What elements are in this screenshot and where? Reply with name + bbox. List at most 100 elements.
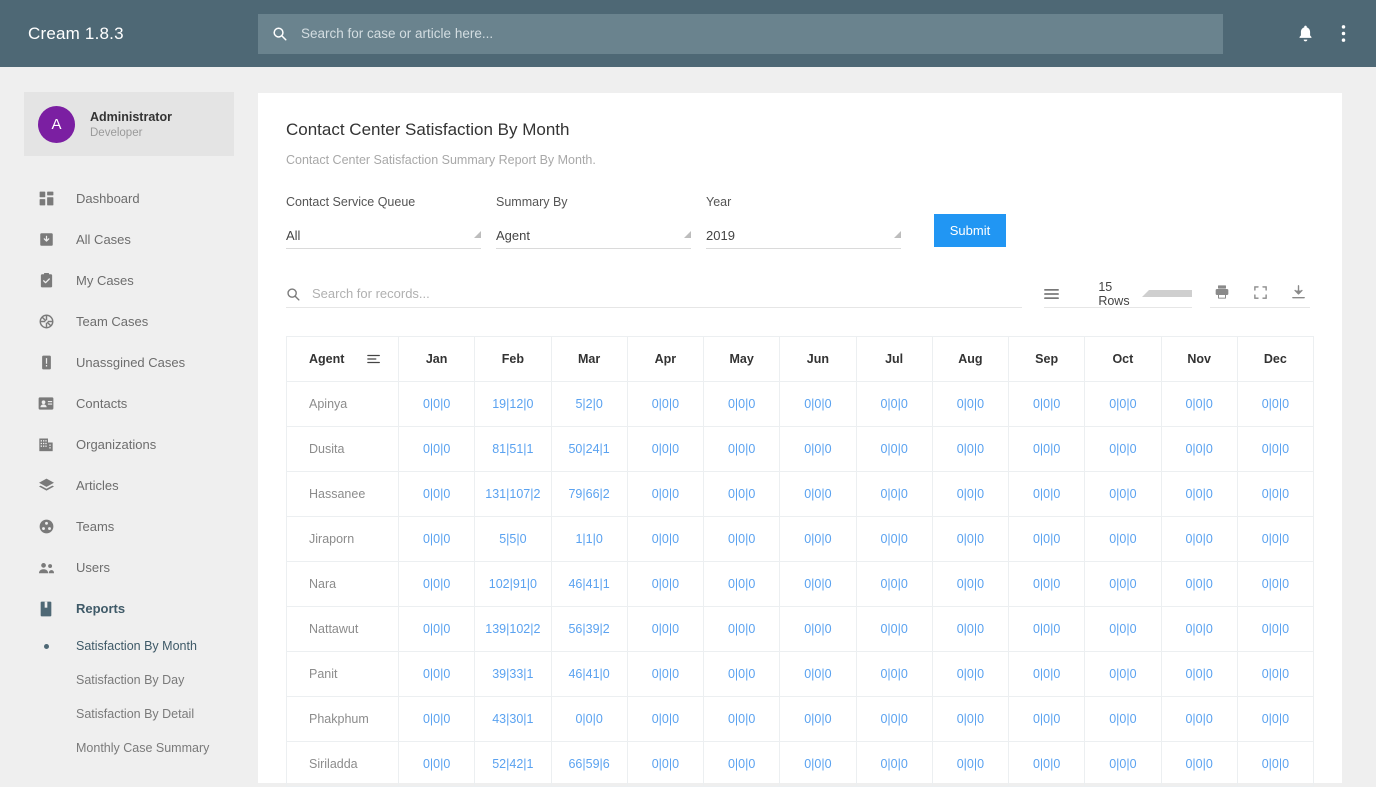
- cell-value-jul[interactable]: 0|0|0: [856, 427, 932, 472]
- cell-value-feb[interactable]: 39|33|1: [475, 652, 551, 697]
- cell-value-may[interactable]: 0|0|0: [704, 562, 780, 607]
- cell-value-jun[interactable]: 0|0|0: [780, 697, 856, 742]
- cell-value-nov[interactable]: 0|0|0: [1161, 652, 1237, 697]
- year-select[interactable]: 2019: [706, 223, 901, 249]
- cell-value-oct[interactable]: 0|0|0: [1085, 517, 1161, 562]
- user-profile-card[interactable]: A Administrator Developer: [24, 92, 234, 156]
- sidebar-item-my-cases[interactable]: My Cases: [0, 260, 258, 301]
- column-header-sep[interactable]: Sep: [1009, 337, 1085, 382]
- cell-value-jun[interactable]: 0|0|0: [780, 517, 856, 562]
- cell-value-feb[interactable]: 52|42|1: [475, 742, 551, 787]
- cell-value-sep[interactable]: 0|0|0: [1009, 382, 1085, 427]
- cell-value-sep[interactable]: 0|0|0: [1009, 517, 1085, 562]
- cell-value-dec[interactable]: 0|0|0: [1237, 427, 1313, 472]
- cell-value-dec[interactable]: 0|0|0: [1237, 382, 1313, 427]
- sidebar-item-unassigned-cases[interactable]: Unassgined Cases: [0, 342, 258, 383]
- cell-value-nov[interactable]: 0|0|0: [1161, 562, 1237, 607]
- sidebar-item-all-cases[interactable]: All Cases: [0, 219, 258, 260]
- cell-value-mar[interactable]: 1|1|0: [551, 517, 627, 562]
- cell-value-may[interactable]: 0|0|0: [704, 697, 780, 742]
- cell-value-nov[interactable]: 0|0|0: [1161, 517, 1237, 562]
- cell-value-oct[interactable]: 0|0|0: [1085, 562, 1161, 607]
- cell-value-feb[interactable]: 5|5|0: [475, 517, 551, 562]
- cell-value-dec[interactable]: 0|0|0: [1237, 697, 1313, 742]
- column-header-agent[interactable]: Agent: [287, 337, 399, 382]
- cell-value-jun[interactable]: 0|0|0: [780, 742, 856, 787]
- cell-value-jun[interactable]: 0|0|0: [780, 652, 856, 697]
- summary-by-select[interactable]: Agent: [496, 223, 691, 249]
- cell-value-sep[interactable]: 0|0|0: [1009, 427, 1085, 472]
- sidebar-subitem-satisfaction-by-day[interactable]: Satisfaction By Day: [0, 663, 258, 697]
- record-search-box[interactable]: [286, 280, 1022, 308]
- cell-value-jul[interactable]: 0|0|0: [856, 382, 932, 427]
- cell-value-dec[interactable]: 0|0|0: [1237, 607, 1313, 652]
- cell-value-nov[interactable]: 0|0|0: [1161, 697, 1237, 742]
- cell-value-mar[interactable]: 5|2|0: [551, 382, 627, 427]
- bell-icon[interactable]: [1296, 24, 1315, 43]
- cell-value-dec[interactable]: 0|0|0: [1237, 652, 1313, 697]
- cell-value-sep[interactable]: 0|0|0: [1009, 472, 1085, 517]
- cell-value-jun[interactable]: 0|0|0: [780, 382, 856, 427]
- column-header-apr[interactable]: Apr: [627, 337, 703, 382]
- cell-value-feb[interactable]: 131|107|2: [475, 472, 551, 517]
- cell-value-dec[interactable]: 0|0|0: [1237, 742, 1313, 787]
- cell-value-sep[interactable]: 0|0|0: [1009, 652, 1085, 697]
- cell-value-jan[interactable]: 0|0|0: [399, 517, 475, 562]
- column-header-jun[interactable]: Jun: [780, 337, 856, 382]
- cell-value-aug[interactable]: 0|0|0: [932, 652, 1008, 697]
- cell-value-aug[interactable]: 0|0|0: [932, 607, 1008, 652]
- global-search-box[interactable]: [258, 14, 1223, 54]
- cell-value-feb[interactable]: 19|12|0: [475, 382, 551, 427]
- cell-value-jun[interactable]: 0|0|0: [780, 427, 856, 472]
- cell-value-oct[interactable]: 0|0|0: [1085, 607, 1161, 652]
- cell-value-jul[interactable]: 0|0|0: [856, 697, 932, 742]
- global-search-input[interactable]: [301, 26, 1209, 41]
- cell-value-jul[interactable]: 0|0|0: [856, 562, 932, 607]
- cell-value-apr[interactable]: 0|0|0: [627, 517, 703, 562]
- cell-value-jan[interactable]: 0|0|0: [399, 472, 475, 517]
- cell-value-may[interactable]: 0|0|0: [704, 652, 780, 697]
- cell-value-oct[interactable]: 0|0|0: [1085, 742, 1161, 787]
- cell-value-aug[interactable]: 0|0|0: [932, 382, 1008, 427]
- cell-value-jan[interactable]: 0|0|0: [399, 562, 475, 607]
- cell-value-sep[interactable]: 0|0|0: [1009, 562, 1085, 607]
- cell-value-nov[interactable]: 0|0|0: [1161, 427, 1237, 472]
- column-header-feb[interactable]: Feb: [475, 337, 551, 382]
- cell-value-dec[interactable]: 0|0|0: [1237, 517, 1313, 562]
- sidebar-item-articles[interactable]: Articles: [0, 465, 258, 506]
- cell-value-jan[interactable]: 0|0|0: [399, 742, 475, 787]
- cell-value-jul[interactable]: 0|0|0: [856, 607, 932, 652]
- cell-value-apr[interactable]: 0|0|0: [627, 742, 703, 787]
- column-header-may[interactable]: May: [704, 337, 780, 382]
- cell-value-may[interactable]: 0|0|0: [704, 742, 780, 787]
- cell-value-jan[interactable]: 0|0|0: [399, 607, 475, 652]
- cell-value-aug[interactable]: 0|0|0: [932, 742, 1008, 787]
- record-search-input[interactable]: [312, 286, 1022, 301]
- cell-value-feb[interactable]: 102|91|0: [475, 562, 551, 607]
- cell-value-feb[interactable]: 81|51|1: [475, 427, 551, 472]
- cell-value-apr[interactable]: 0|0|0: [627, 652, 703, 697]
- fullscreen-icon[interactable]: [1253, 285, 1268, 300]
- cell-value-feb[interactable]: 43|30|1: [475, 697, 551, 742]
- cell-value-jul[interactable]: 0|0|0: [856, 652, 932, 697]
- cell-value-dec[interactable]: 0|0|0: [1237, 562, 1313, 607]
- cell-value-sep[interactable]: 0|0|0: [1009, 697, 1085, 742]
- cell-value-mar[interactable]: 0|0|0: [551, 697, 627, 742]
- cell-value-apr[interactable]: 0|0|0: [627, 607, 703, 652]
- cell-value-aug[interactable]: 0|0|0: [932, 427, 1008, 472]
- cell-value-may[interactable]: 0|0|0: [704, 472, 780, 517]
- cell-value-may[interactable]: 0|0|0: [704, 382, 780, 427]
- cell-value-nov[interactable]: 0|0|0: [1161, 472, 1237, 517]
- cell-value-oct[interactable]: 0|0|0: [1085, 382, 1161, 427]
- cell-value-sep[interactable]: 0|0|0: [1009, 607, 1085, 652]
- cell-value-mar[interactable]: 50|24|1: [551, 427, 627, 472]
- column-header-nov[interactable]: Nov: [1161, 337, 1237, 382]
- column-header-jan[interactable]: Jan: [399, 337, 475, 382]
- cell-value-apr[interactable]: 0|0|0: [627, 427, 703, 472]
- sidebar-item-contacts[interactable]: Contacts: [0, 383, 258, 424]
- column-header-aug[interactable]: Aug: [932, 337, 1008, 382]
- printer-icon[interactable]: [1214, 284, 1230, 300]
- cell-value-may[interactable]: 0|0|0: [704, 607, 780, 652]
- cell-value-feb[interactable]: 139|102|2: [475, 607, 551, 652]
- cell-value-mar[interactable]: 79|66|2: [551, 472, 627, 517]
